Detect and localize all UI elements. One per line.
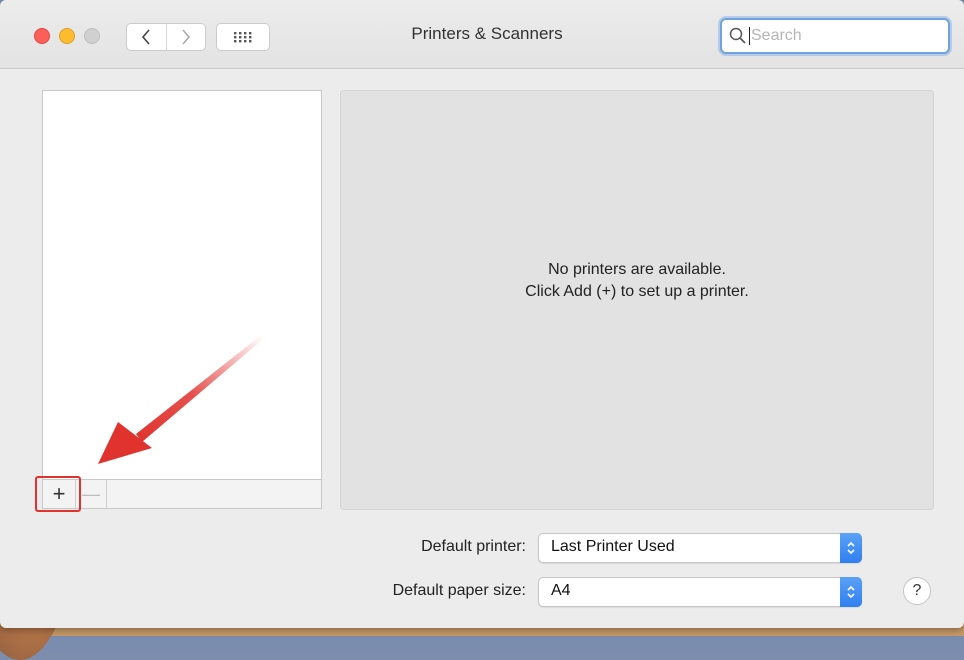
close-window-button[interactable] [34,28,50,44]
title-bar: Printers & Scanners [0,0,964,69]
printer-detail-panel: No printers are available. Click Add (+)… [340,90,934,510]
printers-scanners-window: Printers & Scanners + — No printer [0,0,964,628]
chevron-right-icon [182,29,190,45]
minimize-window-button[interactable] [59,28,75,44]
default-printer-popup[interactable]: Last Printer Used [538,533,862,563]
empty-state-message: No printers are available. Click Add (+)… [341,259,933,303]
default-paper-size-value: A4 [551,582,571,599]
empty-state-line-1: No printers are available. [548,261,726,278]
window-title: Printers & Scanners [411,24,563,43]
show-all-button[interactable] [216,23,270,51]
default-printer-label: Default printer: [421,538,526,555]
annotation-arrow-icon [98,336,262,464]
default-paper-size-label: Default paper size: [392,582,526,599]
default-printer-value: Last Printer Used [551,538,675,555]
empty-state-line-2: Click Add (+) to set up a printer. [525,283,749,300]
popup-arrows-icon [840,533,862,563]
annotation-highlight-box [35,476,81,512]
zoom-window-button[interactable] [84,28,100,44]
popup-arrows-icon [840,577,862,607]
default-paper-size-popup[interactable]: A4 [538,577,862,607]
search-icon [729,27,746,44]
search-field[interactable] [720,18,950,54]
back-button[interactable] [127,24,166,50]
navigation-buttons [126,23,206,51]
help-button[interactable]: ? [903,577,931,605]
forward-button[interactable] [165,24,206,50]
printer-list-toolbar: + — [42,480,322,509]
search-input[interactable] [750,27,931,45]
grid-icon [234,32,252,43]
chevron-left-icon [142,29,150,45]
